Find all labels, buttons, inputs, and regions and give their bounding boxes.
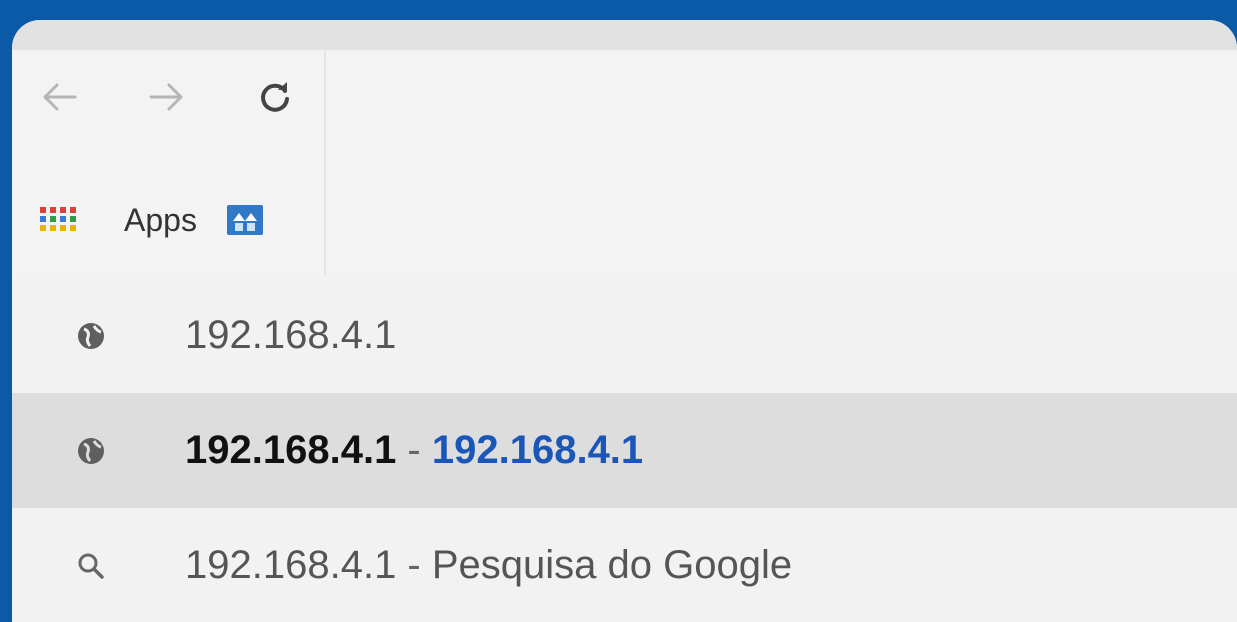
suggestion-url: 192.168.4.1 — [431, 428, 644, 472]
arrow-right-icon — [149, 83, 183, 111]
arrow-left-icon — [43, 83, 77, 111]
bookmarks-bar: Apps — [40, 195, 263, 245]
apps-grid-icon — [40, 207, 78, 233]
back-button[interactable] — [34, 72, 84, 122]
reload-icon — [261, 82, 289, 112]
tab-strip — [12, 20, 1237, 50]
browser-window: Apps 192.168.4.1 192.168.4.1 - 192.168.4… — [12, 20, 1237, 622]
bookmark-apps-label: Apps — [124, 201, 197, 238]
globe-icon — [78, 437, 104, 464]
suggestion-text: 192.168.4.1 - 192.168.4.1 — [185, 428, 643, 473]
reload-button[interactable] — [250, 72, 300, 122]
suggestion-query: 192.168.4.1 — [185, 543, 397, 587]
suggestion-row[interactable]: 192.168.4.1 — [12, 278, 1237, 393]
suggestion-text: 192.168.4.1 — [185, 313, 397, 357]
bookmark-apps[interactable]: Apps — [40, 202, 197, 239]
suggestion-source: Pesquisa do Google — [431, 543, 793, 587]
suggestion-text: 192.168.4.1 - Pesquisa do Google — [185, 543, 792, 588]
omnibox-suggestions: 192.168.4.1 192.168.4.1 - 192.168.4.1 19… — [12, 278, 1237, 622]
browser-toolbar: Apps — [12, 50, 1237, 275]
bookmark-favicon[interactable] — [226, 205, 263, 235]
search-icon — [78, 553, 104, 579]
globe-icon — [78, 322, 104, 349]
suggestion-row-selected[interactable]: 192.168.4.1 - 192.168.4.1 — [12, 393, 1237, 508]
toolbar-divider — [324, 50, 326, 275]
suggestion-separator: - — [396, 543, 432, 587]
suggestion-separator: - — [396, 428, 432, 472]
forward-button[interactable] — [142, 72, 192, 122]
suggestion-row[interactable]: 192.168.4.1 - Pesquisa do Google — [12, 508, 1237, 622]
suggestion-query: 192.168.4.1 — [185, 428, 397, 472]
